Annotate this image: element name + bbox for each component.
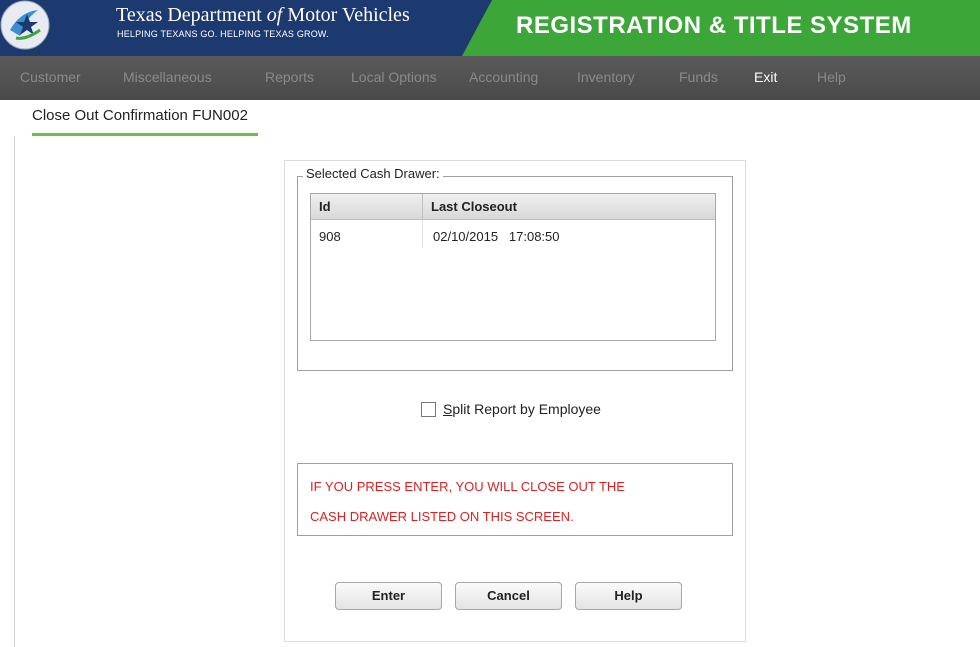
menu-inventory[interactable]: Inventory [577, 69, 635, 85]
cash-drawer-legend: Selected Cash Drawer: [303, 166, 443, 181]
menu-reports[interactable]: Reports [265, 69, 314, 85]
column-divider [422, 194, 423, 219]
cancel-button[interactable]: Cancel [455, 582, 562, 610]
cash-drawer-table: Id Last Closeout 908 02/10/2015 17:08:50 [310, 193, 716, 341]
page-title: Close Out Confirmation FUN002 [32, 107, 248, 124]
table-row[interactable]: 908 02/10/2015 17:08:50 [311, 220, 715, 248]
column-divider [422, 220, 423, 248]
menu-local-options[interactable]: Local Options [351, 69, 437, 85]
warning-line-1: IF YOU PRESS ENTER, YOU WILL CLOSE OUT T… [310, 479, 625, 494]
app-header: Texas Department of Motor Vehicles HELPI… [0, 0, 980, 56]
split-report-label[interactable]: Split Report by Employee [443, 401, 601, 417]
menu-accounting[interactable]: Accounting [469, 69, 538, 85]
table-header: Id Last Closeout [311, 194, 715, 220]
org-tagline: HELPING TEXANS GO. HELPING TEXAS GROW. [117, 29, 329, 39]
txdmv-star-seal-icon [0, 0, 50, 50]
menu-customer[interactable]: Customer [20, 69, 81, 85]
split-report-checkbox[interactable] [421, 402, 436, 417]
enter-button[interactable]: Enter [335, 582, 442, 610]
menu-funds[interactable]: Funds [679, 69, 718, 85]
system-title: REGISTRATION & TITLE SYSTEM [516, 12, 912, 39]
cell-id: 908 [319, 229, 341, 244]
column-header-last-closeout[interactable]: Last Closeout [431, 199, 517, 214]
menu-help[interactable]: Help [817, 69, 846, 85]
help-button[interactable]: Help [575, 582, 682, 610]
split-report-label-text: plit Report by Employee [452, 401, 601, 417]
org-title: Texas Department of Motor Vehicles [116, 4, 410, 26]
cell-last-closeout: 02/10/2015 17:08:50 [433, 229, 560, 244]
column-header-id[interactable]: Id [319, 199, 331, 214]
warning-line-2: CASH DRAWER LISTED ON THIS SCREEN. [310, 509, 574, 524]
accelerator-key: S [443, 401, 453, 417]
page-title-underline [32, 133, 258, 136]
menu-exit[interactable]: Exit [754, 69, 777, 85]
warning-box: IF YOU PRESS ENTER, YOU WILL CLOSE OUT T… [297, 463, 733, 536]
menu-miscellaneous[interactable]: Miscellaneous [123, 69, 212, 85]
content-left-border [14, 136, 15, 647]
main-menubar: Customer Miscellaneous Reports Local Opt… [0, 56, 980, 100]
